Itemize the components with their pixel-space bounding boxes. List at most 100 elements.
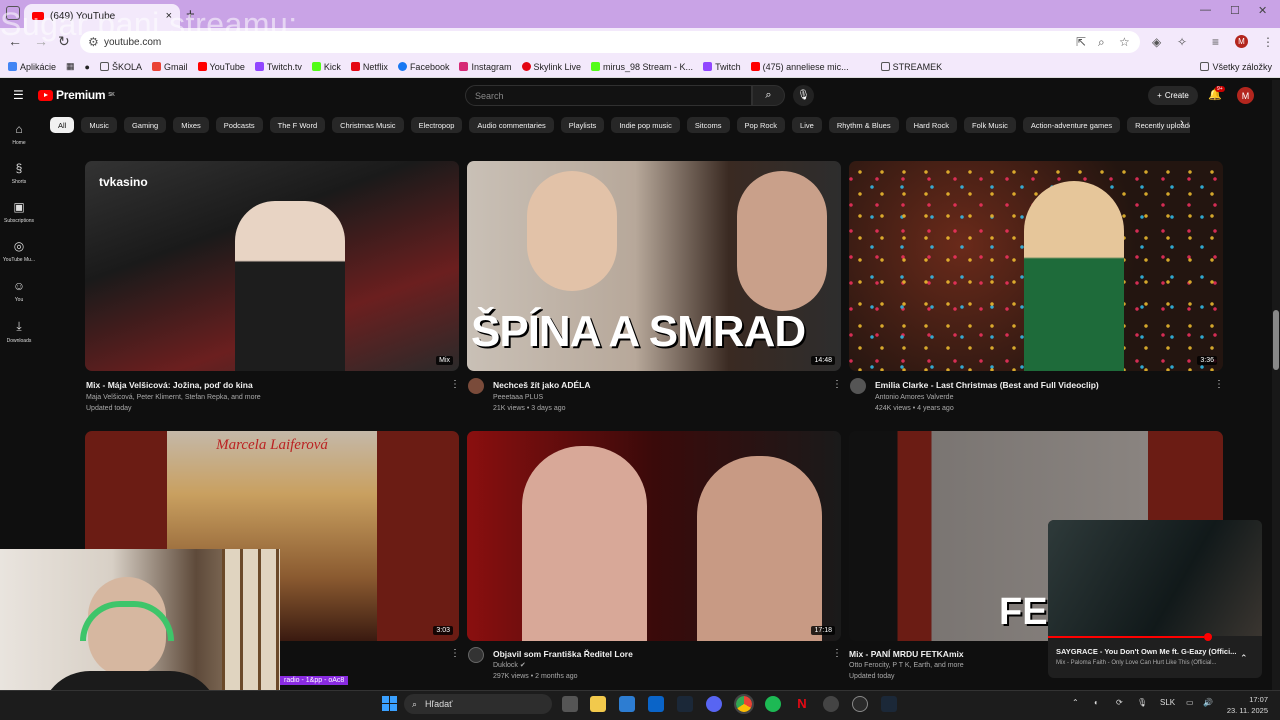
more-options-icon[interactable]: ⋮ [832,379,842,390]
profile-avatar[interactable]: M [1235,35,1248,48]
hamburger-menu-icon[interactable]: ☰ [13,88,24,102]
chip-christmas-music[interactable]: Christmas Music [332,117,404,133]
chip-folk-music[interactable]: Folk Music [964,117,1016,133]
video-thumbnail[interactable]: ŠPÍNA A SMRAD 14:48 [467,161,841,371]
video-title[interactable]: Nechceš žít jako ADÉLA [493,380,590,390]
channel-avatar[interactable] [850,378,866,394]
bookmark-youtube[interactable]: YouTube [197,62,245,72]
all-bookmarks[interactable]: Všetky záložky [1200,62,1272,72]
channel-avatar[interactable] [468,647,484,663]
volume-icon[interactable]: 🔊 [1203,698,1213,707]
miniplayer-progress[interactable] [1048,636,1204,638]
windows-start-icon[interactable] [382,696,397,711]
bookmark-star-icon[interactable]: ☆ [1119,35,1130,49]
video-channel[interactable]: Otto Ferocity, P T K, Earth, and more [849,660,964,671]
more-options-icon[interactable]: ⋮ [450,648,460,659]
miniplayer[interactable]: SAYGRACE - You Don't Own Me ft. G-Eazy (… [1048,520,1262,678]
video-thumbnail[interactable]: 3:36 [849,161,1223,371]
network-icon[interactable]: ▭ [1186,698,1194,707]
store-icon[interactable] [619,696,635,712]
bookmark-netflix[interactable]: Netflix [350,62,388,72]
sidebar-item-home[interactable]: ⌂ Home [0,122,38,146]
taskbar-search[interactable]: ⌕ Hľadať [404,694,552,714]
video-title[interactable]: Mix - PANÍ MRDU FETKAmix [849,649,964,659]
video-channel[interactable]: Antonio Amores Valverde [875,392,953,403]
video-title[interactable]: Mix - Mája Velšicová: Jožina, poď do kin… [86,380,253,390]
video-channel[interactable]: Duklock ✔ [493,660,526,671]
microphone-icon[interactable]: 🎙 [1137,698,1147,707]
spotify-icon[interactable] [765,696,781,712]
chip-hard-rock[interactable]: Hard Rock [905,117,958,133]
obs-icon[interactable] [852,696,868,712]
chevron-right-icon[interactable]: › [1180,117,1184,129]
more-options-icon[interactable]: ⋮ [832,648,842,659]
channel-avatar[interactable] [468,378,484,394]
search-button[interactable]: ⌕ [752,85,785,106]
file-explorer-icon[interactable] [590,696,606,712]
chip-rhythm-blues[interactable]: Rhythm & Blues [828,117,899,133]
menu-icon[interactable]: ⋮ [1262,35,1274,49]
bookmark-apps[interactable]: Aplikácie [8,62,56,72]
tray-app-icon[interactable]: ◐ [1094,698,1099,707]
steam-icon-2[interactable] [881,696,897,712]
voice-search-icon[interactable]: 🎙 [793,85,814,106]
install-icon[interactable]: ⇱ [1076,35,1086,49]
youtube-logo[interactable]: Premium SK [38,88,115,102]
chip-electropop[interactable]: Electropop [410,117,463,133]
chip-all[interactable]: All [50,117,75,133]
miniplayer-video[interactable] [1048,520,1262,636]
chip-pop-rock[interactable]: Pop Rock [736,117,786,133]
bookmark-skola[interactable]: ŠKOLA [99,62,142,72]
outlook-icon[interactable] [648,696,664,712]
progress-handle[interactable] [1204,633,1212,641]
chip-indie-pop-music[interactable]: Indie pop music [611,117,680,133]
language-indicator[interactable]: SLK [1160,698,1175,707]
bookmark-kick[interactable]: Kick [311,62,341,72]
bookmark-skylink[interactable]: Skylink Live [521,62,581,72]
task-view-icon[interactable] [562,696,578,712]
scrollbar[interactable] [1272,80,1280,690]
bookmark-anneliese[interactable]: (475) anneliese mic... [750,62,849,72]
video-channel[interactable]: Maja Velšicová, Peter Klimernt, Stefan R… [86,392,261,403]
chip-playlists[interactable]: Playlists [560,117,605,133]
sidebar-item-shorts[interactable]: § Shorts [0,161,38,185]
account-avatar[interactable]: M [1237,87,1254,104]
minimize-icon[interactable]: — [1200,4,1211,16]
chip-music[interactable]: Music [81,117,117,133]
chrome-icon[interactable] [734,694,754,714]
tray-overflow-icon[interactable]: ⌃ [1072,698,1079,707]
extension-icon[interactable]: ◈ [1152,35,1161,49]
bookmark-twitch[interactable]: Twitch.tv [254,62,302,72]
bookmark-instagram[interactable]: Instagram [459,62,512,72]
search-input[interactable]: Search [465,85,752,106]
settings-icon[interactable] [823,696,839,712]
more-options-icon[interactable]: ⋮ [450,379,460,390]
maximize-icon[interactable]: ☐ [1230,4,1240,17]
zoom-icon[interactable]: ⌕ [1098,35,1105,50]
bookmark-facebook[interactable]: Facebook [397,62,449,72]
puzzle-icon[interactable]: ✧ [1177,35,1187,49]
chip-mixes[interactable]: Mixes [173,117,209,133]
steam-icon[interactable] [677,696,693,712]
close-window-icon[interactable]: ✕ [1258,4,1267,17]
chip-sitcoms[interactable]: Sitcoms [686,117,730,133]
globe-icon[interactable]: ● [85,62,90,72]
media-icon[interactable]: ≡ [1212,35,1219,49]
video-channel[interactable]: Peeetaaa PLUS [493,392,543,403]
chip-the-f-word[interactable]: The F Word [269,117,326,133]
video-thumbnail[interactable]: tvkasino Mix [85,161,459,371]
grid-icon[interactable]: ▦ [66,61,75,72]
chip-audio-commentaries[interactable]: Audio commentaries [469,117,554,133]
sidebar-item-youtube-music[interactable]: ◎ YouTube Mu... [0,239,38,263]
bookmark-streamek[interactable]: STREAMEK [880,62,942,72]
video-title[interactable]: Objavil som Františka Ředitel Lore [493,649,633,659]
tray-sync-icon[interactable]: ⟳ [1116,698,1123,707]
sidebar-item-subscriptions[interactable]: ▣ Subscriptions [0,200,38,224]
bookmark-gmail[interactable]: Gmail [152,62,188,72]
video-thumbnail[interactable]: 17:18 [467,431,841,641]
clock[interactable]: 17:07 23. 11. 2025 [1224,694,1268,716]
video-title[interactable]: Emilia Clarke - Last Christmas (Best and… [875,380,1099,390]
scrollbar-thumb[interactable] [1273,310,1279,370]
more-options-icon[interactable]: ⋮ [1214,379,1224,390]
chevron-up-icon[interactable]: ⌃ [1240,653,1248,664]
